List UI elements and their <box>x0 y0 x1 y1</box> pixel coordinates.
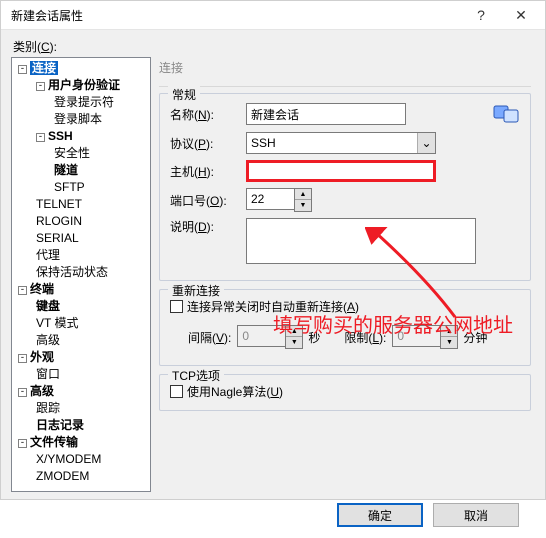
tree-item-login-prompt[interactable]: 登录提示符 <box>54 94 146 111</box>
section-title: 连接 <box>159 59 531 76</box>
name-label: 名称(N): <box>170 106 240 123</box>
group-reconnect: 重新连接 连接异常关闭时自动重新连接(A) 间隔(V): ▲ ▼ <box>159 289 531 366</box>
spin-down-icon[interactable]: ▼ <box>295 200 311 211</box>
port-label: 端口号(O): <box>170 192 240 209</box>
expander-icon[interactable]: - <box>18 388 27 397</box>
tree-item-keepalive[interactable]: 保持活动状态 <box>36 264 146 281</box>
auto-reconnect-checkbox[interactable]: 连接异常关闭时自动重新连接(A) <box>170 298 520 315</box>
interval-input <box>237 325 285 347</box>
tree-item-xymodem[interactable]: X/YMODEM <box>36 451 146 468</box>
tree-item-zmodem[interactable]: ZMODEM <box>36 468 146 485</box>
category-label: 类别(C): <box>13 38 535 55</box>
tree-item-auth[interactable]: 用户身份验证 <box>48 78 120 92</box>
window-title: 新建会话属性 <box>11 7 83 24</box>
desc-label: 说明(D): <box>170 218 240 235</box>
interval-unit: 秒 <box>308 329 320 346</box>
tree-item-window[interactable]: 窗口 <box>36 366 146 383</box>
spin-up-icon[interactable]: ▲ <box>295 189 311 200</box>
limit-unit: 分钟 <box>463 329 487 346</box>
nagle-checkbox[interactable]: 使用Nagle算法(U) <box>170 383 520 400</box>
expander-icon[interactable]: - <box>18 65 27 74</box>
host-label: 主机(H): <box>170 163 240 180</box>
tree-item-appearance[interactable]: 外观 <box>30 350 54 364</box>
tree-item-login-script[interactable]: 登录脚本 <box>54 111 146 128</box>
tree-item-connection[interactable]: 连接 <box>30 61 58 75</box>
tree-item-keyboard[interactable]: 键盘 <box>36 298 146 315</box>
tree-item-serial[interactable]: SERIAL <box>36 230 146 247</box>
expander-icon[interactable]: - <box>18 286 27 295</box>
group-general: 常规 名称(N): 协议(P): SSH <box>159 93 531 281</box>
tree-item-term-adv[interactable]: 高级 <box>36 332 146 349</box>
tree-item-rlogin[interactable]: RLOGIN <box>36 213 146 230</box>
tree-item-ssh-tunnel[interactable]: 隧道 <box>54 162 146 179</box>
tree-item-ssh-security[interactable]: 安全性 <box>54 145 146 162</box>
tree-item-advanced[interactable]: 高级 <box>30 384 54 398</box>
tree-item-ssh[interactable]: SSH <box>48 129 73 143</box>
group-legend-reconnect: 重新连接 <box>168 282 224 299</box>
tree-item-telnet[interactable]: TELNET <box>36 196 146 213</box>
interval-spinner: ▲ ▼ <box>285 325 303 349</box>
expander-icon[interactable]: - <box>18 439 27 448</box>
spin-up-icon: ▲ <box>441 326 457 337</box>
spin-down-icon: ▼ <box>441 337 457 348</box>
tree-item-terminal[interactable]: 终端 <box>30 282 54 296</box>
interval-label: 间隔(V): <box>188 329 231 346</box>
name-input[interactable] <box>246 103 406 125</box>
chevron-down-icon: ⌄ <box>417 133 435 153</box>
title-bar: 新建会话属性 ? ✕ <box>1 1 545 30</box>
checkbox-icon <box>170 385 183 398</box>
dialog-footer: 确定 取消 <box>11 492 535 538</box>
limit-spinner: ▲ ▼ <box>440 325 458 349</box>
host-input[interactable] <box>246 160 436 182</box>
protocol-label: 协议(P): <box>170 135 240 152</box>
tree-item-log[interactable]: 日志记录 <box>36 417 146 434</box>
divider <box>159 86 531 87</box>
tree-item-ssh-sftp[interactable]: SFTP <box>54 179 146 196</box>
protocol-select[interactable]: SSH ⌄ <box>246 132 436 154</box>
tree-item-proxy[interactable]: 代理 <box>36 247 146 264</box>
group-legend-tcp: TCP选项 <box>168 367 224 384</box>
limit-label: 限制(L): <box>344 329 386 346</box>
expander-icon[interactable]: - <box>18 354 27 363</box>
tree-item-filetransfer[interactable]: 文件传输 <box>30 435 78 449</box>
cancel-button[interactable]: 取消 <box>433 503 519 527</box>
port-input[interactable] <box>246 188 294 210</box>
limit-input <box>392 325 440 347</box>
close-button[interactable]: ✕ <box>501 1 541 29</box>
ok-button[interactable]: 确定 <box>337 503 423 527</box>
desc-textarea[interactable] <box>246 218 476 264</box>
checkbox-icon <box>170 300 183 313</box>
spin-down-icon: ▼ <box>286 337 302 348</box>
help-button[interactable]: ? <box>461 1 501 29</box>
tree-item-trace[interactable]: 跟踪 <box>36 400 146 417</box>
protocol-icon <box>492 102 520 126</box>
expander-icon[interactable]: - <box>36 82 45 91</box>
category-tree[interactable]: -连接 -用户身份验证 登录提示符 登录脚本 -SSH 安全性 <box>11 57 151 492</box>
expander-icon[interactable]: - <box>36 133 45 142</box>
spin-up-icon: ▲ <box>286 326 302 337</box>
group-tcp: TCP选项 使用Nagle算法(U) <box>159 374 531 411</box>
port-spinner[interactable]: ▲ ▼ <box>294 188 312 212</box>
group-legend-general: 常规 <box>168 86 200 103</box>
tree-item-vt-mode[interactable]: VT 模式 <box>36 315 146 332</box>
